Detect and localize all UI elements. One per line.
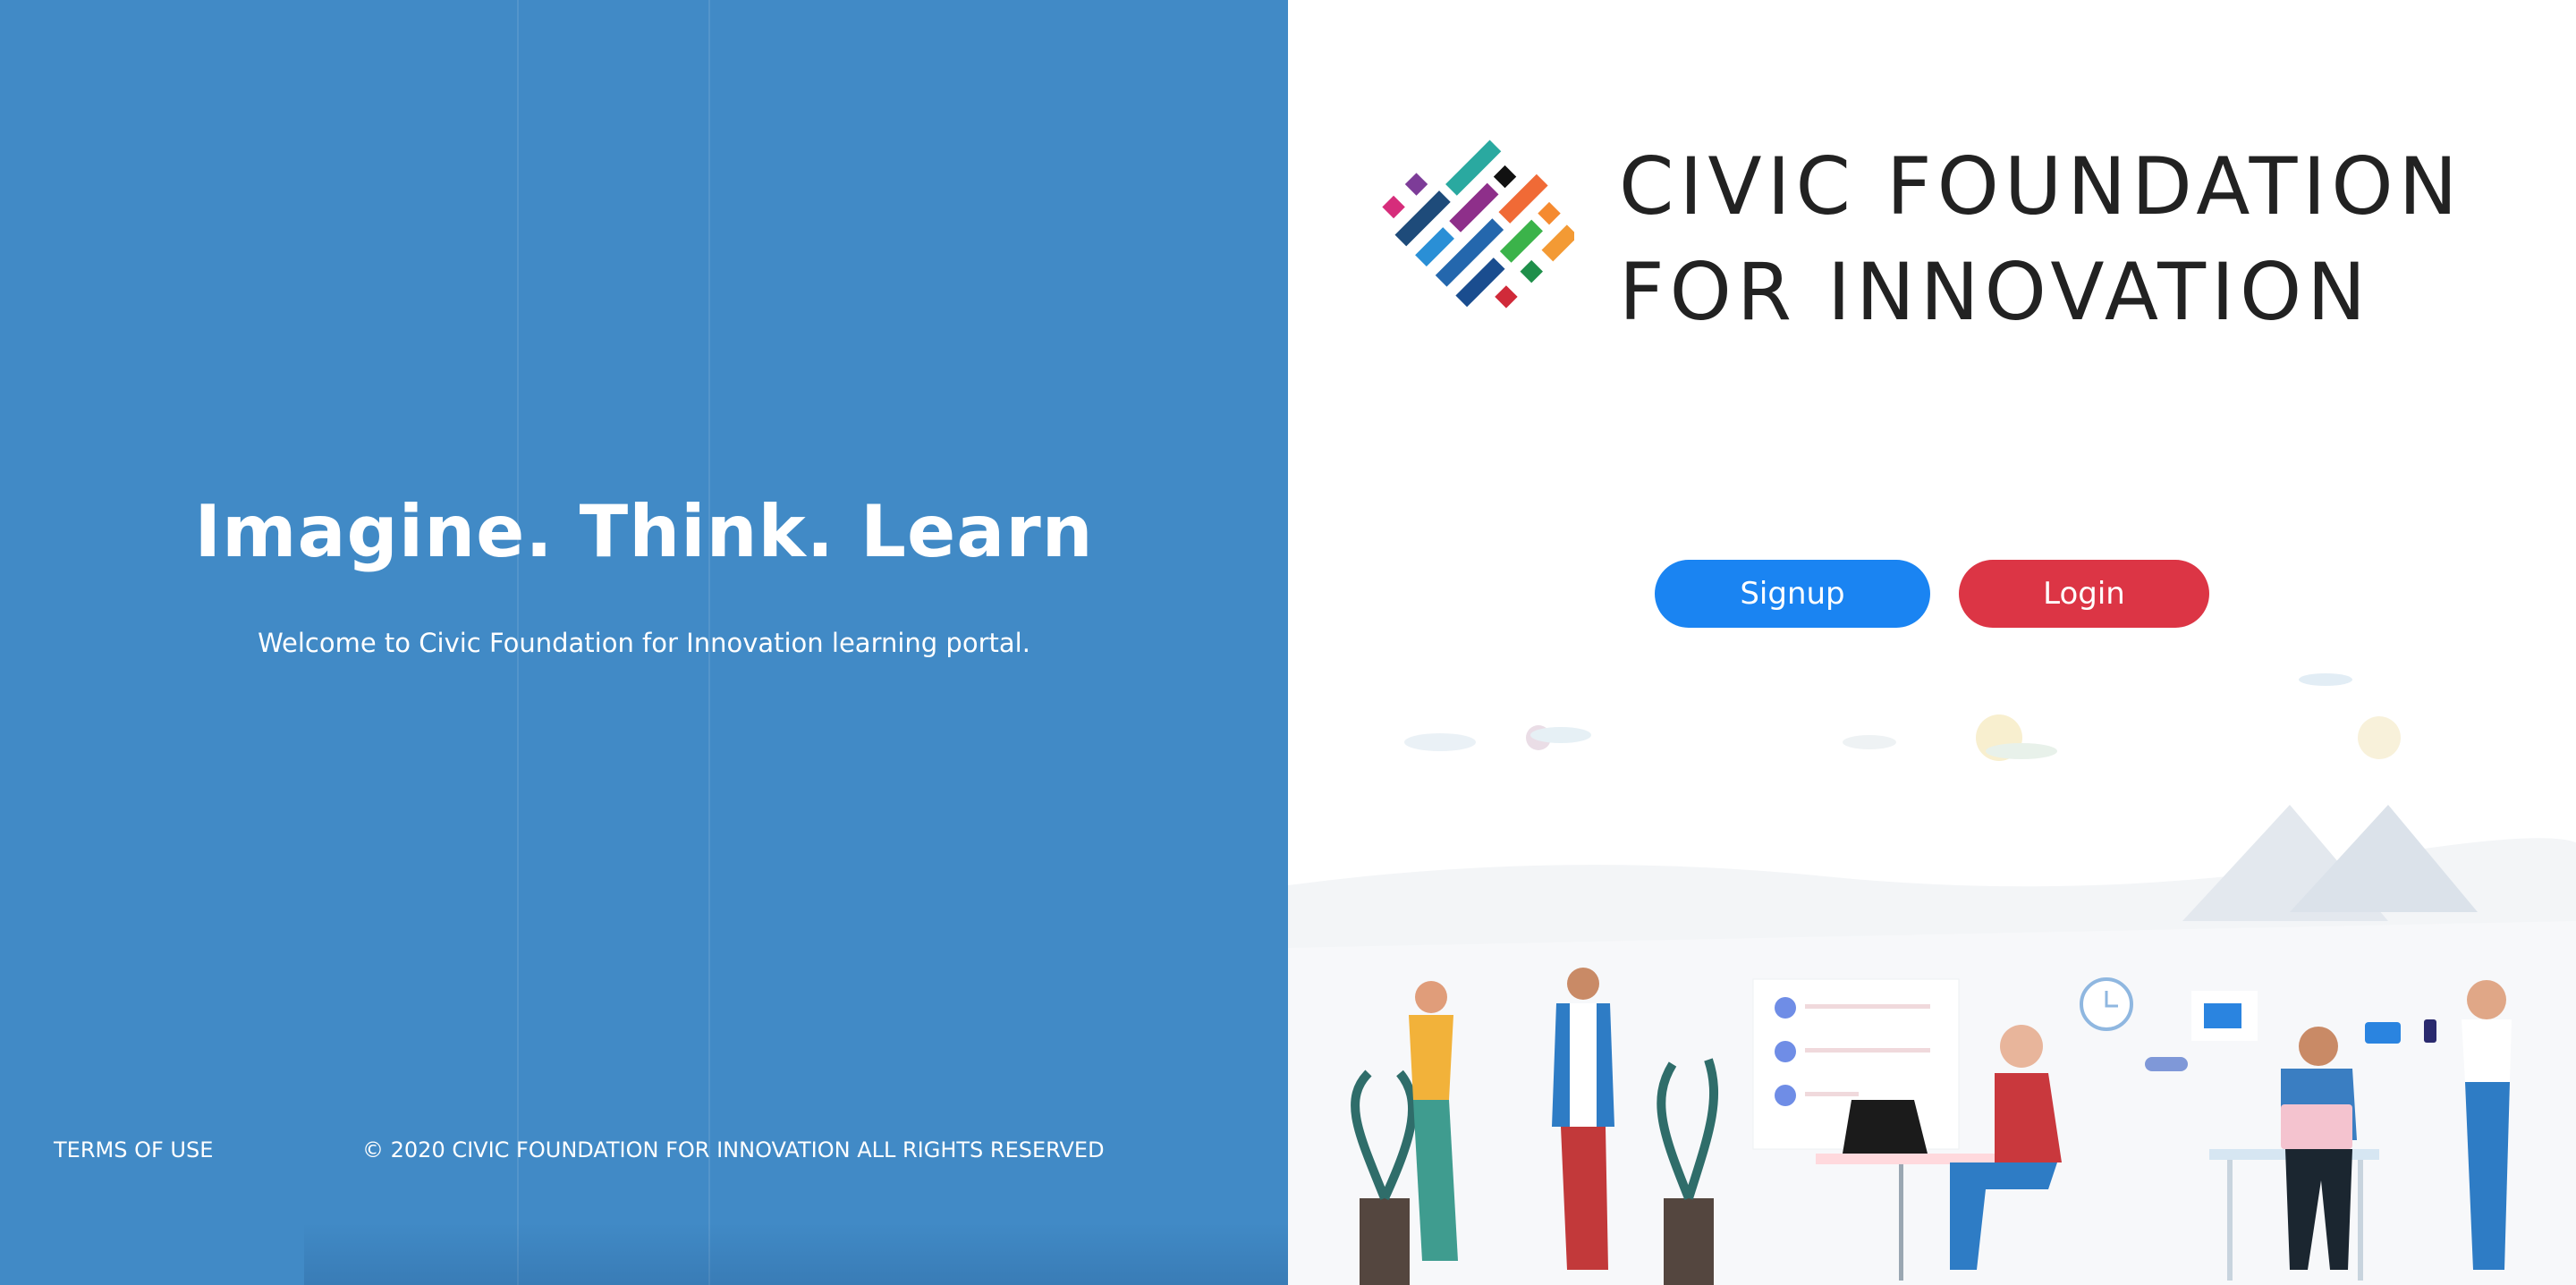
office-illustration: [1288, 673, 2576, 1285]
logo-mark-icon: [1382, 139, 1574, 309]
hero-subtitle: Welcome to Civic Foundation for Innovati…: [258, 628, 1030, 658]
copyright-text: © 2020 CIVIC FOUNDATION FOR INNOVATION A…: [362, 1137, 1105, 1162]
login-page: Imagine. Think. Learn Welcome to Civic F…: [0, 0, 2576, 1285]
login-button[interactable]: Login: [1959, 560, 2209, 628]
welcome-panel: Imagine. Think. Learn Welcome to Civic F…: [0, 0, 1288, 1285]
mail-icon: [2204, 1003, 2241, 1028]
terms-of-use-link[interactable]: TERMS OF USE: [54, 1137, 213, 1162]
decorative-shade: [304, 1222, 1288, 1285]
hero-title: Imagine. Think. Learn: [194, 490, 1094, 573]
logo-wordmark: CIVIC FOUNDATION FOR INNOVATION: [1619, 134, 2462, 345]
signup-button[interactable]: Signup: [1655, 560, 1930, 628]
logo-line-1: CIVIC FOUNDATION: [1619, 140, 2463, 232]
checkbox-check-icon: [1775, 997, 1796, 1106]
chat-bubble-icon: [2365, 1022, 2401, 1044]
logo-line-2: FOR INNOVATION: [1619, 246, 2372, 338]
